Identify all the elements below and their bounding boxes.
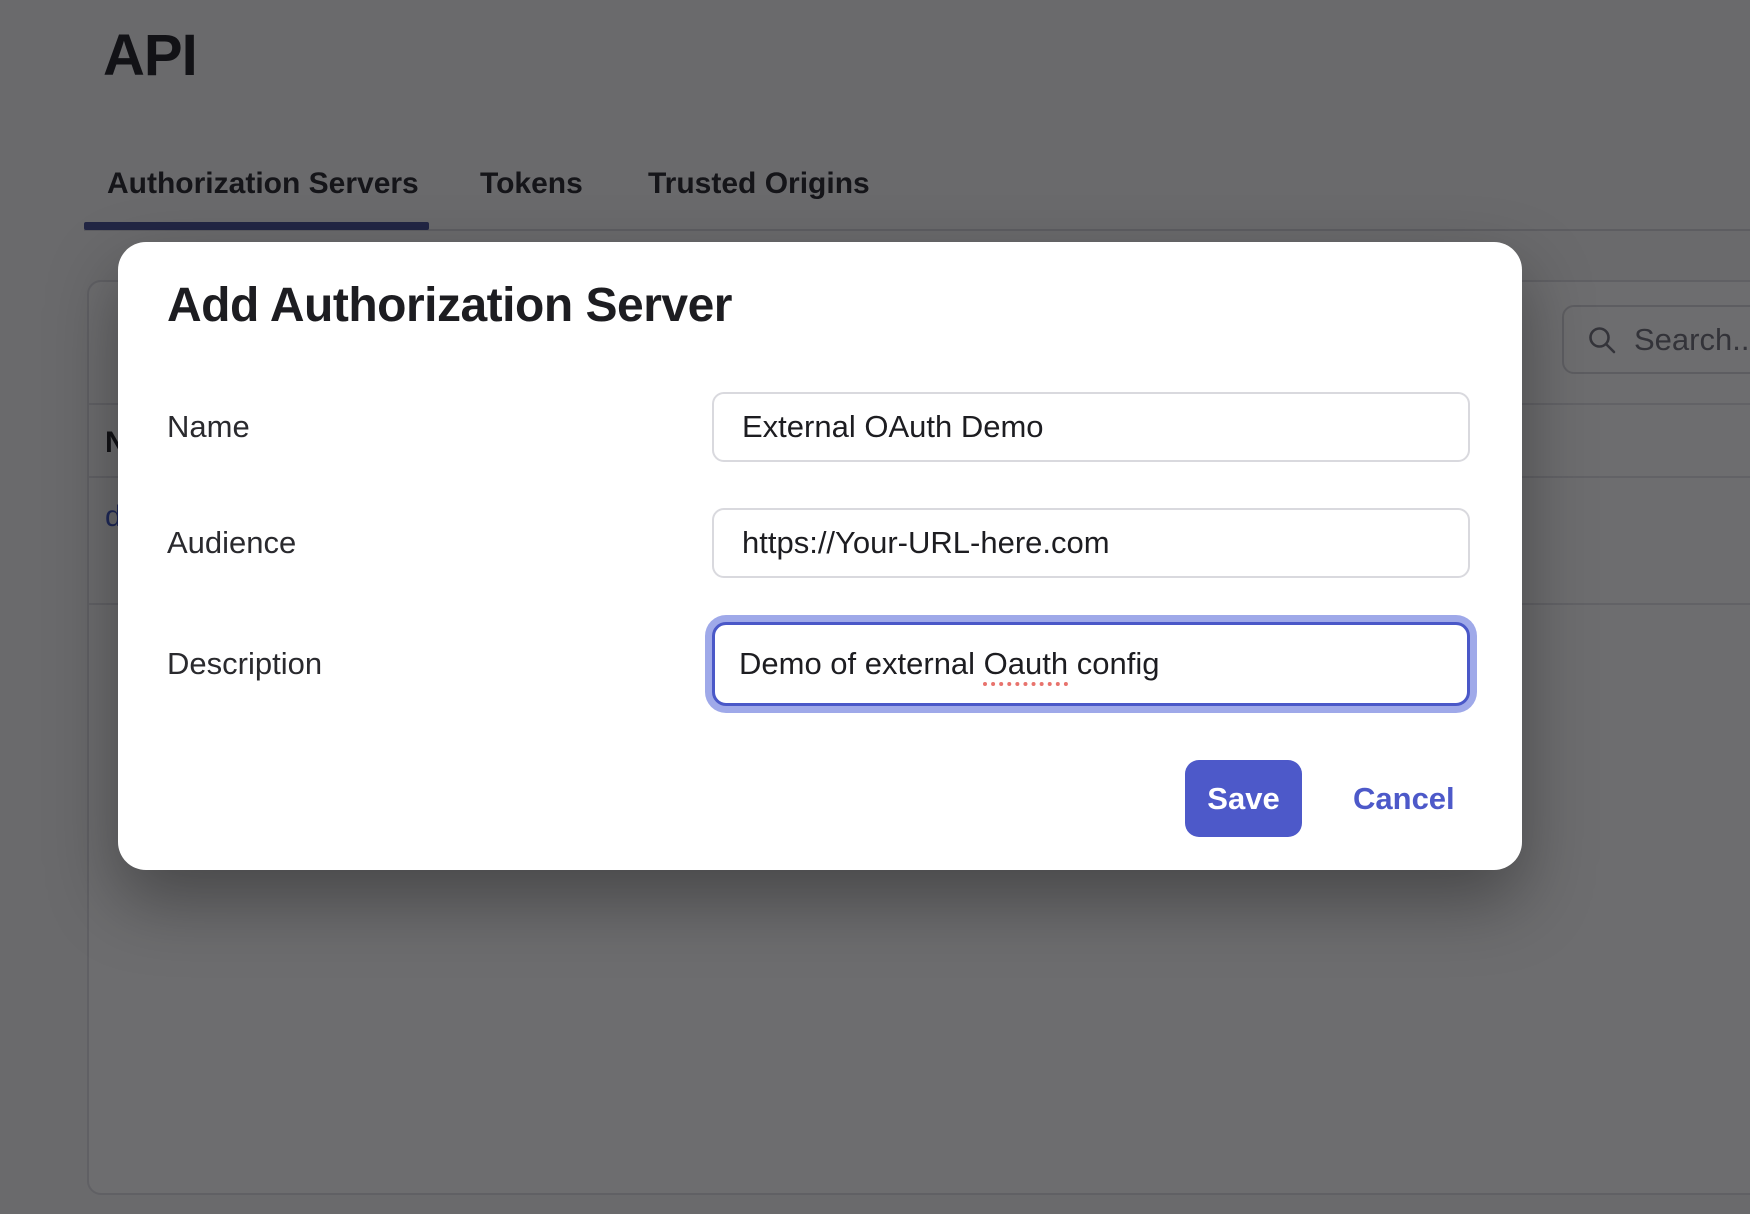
name-input[interactable]: [712, 392, 1470, 462]
description-field-label: Description: [167, 646, 322, 682]
description-input[interactable]: Demo of external Oauth config: [712, 622, 1470, 706]
description-text-before: Demo of external: [739, 646, 984, 682]
save-button[interactable]: Save: [1185, 760, 1302, 837]
name-field-label: Name: [167, 409, 250, 445]
app-root: API Authorization Servers Tokens Trusted…: [0, 0, 1750, 1214]
add-authorization-server-modal: Add Authorization Server Name Audience D…: [118, 242, 1522, 870]
description-text-after: config: [1068, 646, 1159, 682]
modal-title: Add Authorization Server: [167, 278, 732, 334]
cancel-button[interactable]: Cancel: [1353, 760, 1455, 837]
audience-input[interactable]: [712, 508, 1470, 578]
audience-field-label: Audience: [167, 525, 296, 561]
description-text-misspelled: Oauth: [984, 646, 1068, 682]
